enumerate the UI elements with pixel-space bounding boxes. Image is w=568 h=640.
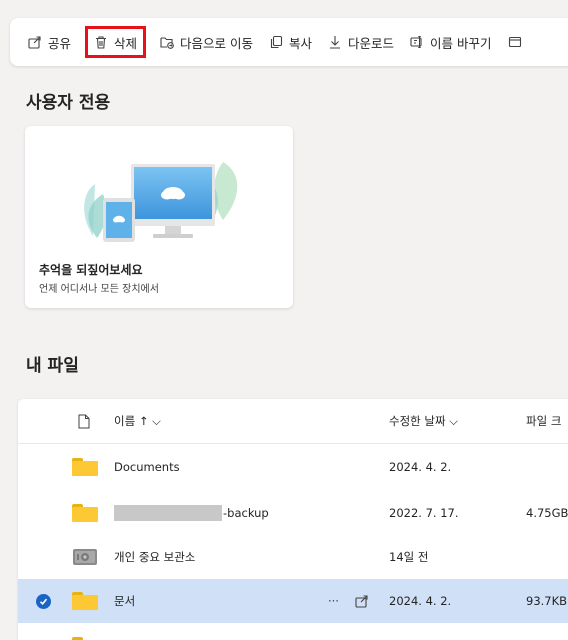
file-modified: 14일 전 — [389, 550, 429, 564]
file-row[interactable] — [18, 625, 568, 640]
my-files-title: 내 파일 — [26, 356, 79, 376]
file-modified: 2024. 4. 2. — [389, 594, 452, 608]
copy-icon — [270, 35, 283, 49]
file-name[interactable]: 문서 — [114, 579, 135, 623]
copy-label: 복사 — [289, 35, 313, 51]
download-label: 다운로드 — [348, 35, 395, 51]
folder-icon — [72, 445, 102, 489]
file-modified: 2024. 4. 2. — [389, 460, 452, 474]
row-actions: ··· — [328, 579, 369, 623]
download-icon — [330, 36, 341, 49]
share-button[interactable]: 공유 — [24, 27, 75, 57]
share-icon — [28, 36, 41, 49]
file-type-column-header[interactable] — [78, 399, 108, 443]
checkmark-icon — [36, 593, 51, 609]
file-row[interactable]: -backup 2022. 7. 17. 4.75GB — [18, 491, 568, 535]
file-row-selected[interactable]: 문서 ··· 2024. 4. 2. 93.7KB — [18, 579, 568, 623]
modified-column-header[interactable]: 수정한 날짜 ⌵ — [389, 399, 458, 443]
command-bar: 공유 삭제 다음으로 이동 복사 다운로드 이름 바꾸기 — [10, 18, 568, 66]
redacted-block — [114, 505, 222, 521]
file-row[interactable]: 개인 중요 보관소 14일 전 — [18, 535, 568, 579]
file-name[interactable]: 개인 중요 보관소 — [114, 535, 195, 579]
file-size: 4.75GB — [526, 506, 568, 520]
memories-card[interactable]: 추억을 되짚어보세요 언제 어디서나 모든 장치에서 — [25, 126, 293, 308]
delete-button[interactable]: 삭제 — [85, 26, 147, 58]
card-title: 추억을 되짚어보세요 — [39, 263, 143, 277]
download-button[interactable]: 다운로드 — [324, 27, 398, 57]
file-list: 이름 ↑ ⌵ 수정한 날짜 ⌵ 파일 크 Documents 2024. 4. … — [18, 399, 568, 640]
move-to-button[interactable]: 다음으로 이동 — [156, 27, 257, 57]
trash-icon — [96, 36, 107, 49]
copy-button[interactable]: 복사 — [265, 27, 316, 57]
file-modified: 2022. 7. 17. — [389, 506, 459, 520]
delete-label: 삭제 — [114, 35, 138, 51]
card-subtitle: 언제 어디서나 모든 장치에서 — [39, 284, 159, 295]
folder-icon — [72, 491, 102, 535]
more-toolbar-button[interactable] — [504, 27, 532, 57]
folder-icon — [72, 579, 102, 623]
move-folder-icon — [160, 37, 174, 49]
size-column-header[interactable]: 파일 크 — [526, 399, 561, 443]
file-name: -backup — [223, 506, 269, 520]
devices-illustration-icon — [84, 162, 238, 242]
rename-button[interactable]: 이름 바꾸기 — [406, 27, 495, 57]
file-row[interactable]: Documents 2024. 4. 2. — [18, 445, 568, 489]
rename-label: 이름 바꾸기 — [430, 35, 492, 51]
for-you-title: 사용자 전용 — [26, 93, 111, 113]
embed-icon — [508, 36, 521, 48]
name-column-header[interactable]: 이름 ↑ ⌵ — [114, 399, 161, 443]
file-name[interactable]: Documents — [114, 445, 180, 489]
vault-icon — [72, 535, 102, 579]
file-list-header: 이름 ↑ ⌵ 수정한 날짜 ⌵ 파일 크 — [18, 399, 568, 444]
row-checkbox[interactable] — [36, 579, 56, 623]
more-actions-button[interactable]: ··· — [328, 594, 339, 608]
share-label: 공유 — [48, 35, 72, 51]
file-type-icon — [78, 414, 90, 428]
rename-icon — [410, 35, 422, 49]
share-icon[interactable] — [355, 594, 369, 608]
file-name-cell[interactable]: -backup — [114, 491, 269, 535]
file-size: 93.7KB — [526, 594, 568, 608]
folder-icon — [72, 625, 102, 640]
move-to-label: 다음으로 이동 — [180, 35, 254, 51]
